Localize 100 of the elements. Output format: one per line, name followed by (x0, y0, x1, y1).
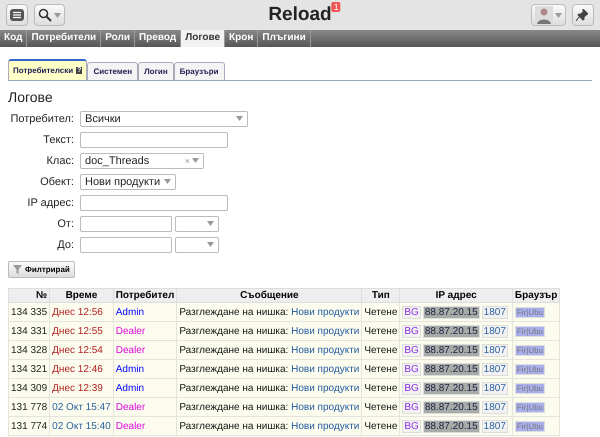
country-tag: BG (402, 400, 421, 414)
ip-tag[interactable]: 88.87.20.15 (422, 400, 480, 414)
time-text: Днес 12:46 (52, 364, 103, 374)
avatar-icon (535, 6, 553, 24)
ip-tag[interactable]: 88.87.20.15 (422, 306, 480, 318)
field-label: Текст: (42, 134, 74, 146)
caret-icon (164, 178, 171, 184)
nav-tab[interactable]: Логове (181, 30, 226, 47)
field-label: Потребител: (9, 113, 74, 125)
country-tag: BG (402, 362, 421, 376)
browser-tag: Fir|Ubu (514, 326, 546, 336)
port-tag: 1807 (482, 344, 508, 356)
browser-tag: Fir|Ubu (514, 420, 546, 432)
browser-tag: Fir|Ubu (514, 382, 546, 394)
column-header: Браузър (512, 288, 560, 302)
message-text: Разглеждане на нишка: Нови продукти (179, 420, 360, 432)
country-tag: BG (402, 306, 421, 318)
thread-link[interactable]: Нови продукти (291, 326, 360, 336)
message-text: Разглеждане на нишка: Нови продукти (179, 306, 360, 318)
thread-link[interactable]: Нови продукти (291, 402, 360, 412)
menu-icon (10, 9, 24, 21)
thread-link[interactable]: Нови продукти (291, 420, 360, 432)
row-number: 134 331 (11, 326, 48, 336)
type-text: Четене (364, 382, 398, 394)
ip-tag[interactable]: 88.87.20.15 (422, 362, 480, 376)
type-text: Четене (364, 364, 398, 374)
time-text: Днес 12:39 (52, 382, 103, 394)
message-text: Разглеждане на нишка: Нови продукти (179, 402, 360, 412)
country-tag: BG (402, 382, 421, 394)
message-text: Разглеждане на нишка: Нови продукти (179, 344, 360, 356)
input-field[interactable] (80, 132, 228, 148)
ip-tag[interactable]: 88.87.20.15 (422, 344, 480, 356)
nav-tab[interactable]: Код (0, 30, 28, 47)
thread-link[interactable]: Нови продукти (291, 364, 360, 374)
tab[interactable]: Браузъри (174, 62, 224, 80)
input-field[interactable] (80, 195, 228, 211)
caret-icon (207, 220, 214, 226)
menu-button[interactable] (6, 4, 28, 26)
row-number: 134 335 (11, 306, 48, 318)
message-text: Разглеждане на нишка: Нови продукти (179, 382, 360, 394)
row-number: 131 778 (11, 402, 48, 412)
browser-tag: Fir|Ubu (514, 364, 546, 374)
column-header: Време (50, 288, 114, 302)
type-text: Четене (364, 326, 398, 336)
column-header: Тип (362, 288, 400, 302)
port-tag: 1807 (482, 420, 508, 432)
column-header: № (8, 288, 50, 302)
message-text: Разглеждане на нишка: Нови продукти (179, 326, 360, 336)
country-tag: BG (402, 324, 421, 338)
search-icon (38, 8, 52, 22)
ip-tag[interactable]: 88.87.20.15 (422, 420, 480, 432)
field-label: IP адрес: (26, 197, 74, 209)
type-text: Четене (364, 402, 398, 412)
select-field[interactable]: Всички (80, 111, 248, 127)
time-text: Днес 12:54 (52, 344, 103, 356)
ip-tag[interactable]: 88.87.20.15 (422, 382, 480, 394)
date-field[interactable] (80, 216, 172, 232)
filter-button[interactable]: Филтрирай (8, 261, 75, 278)
pin-icon (576, 9, 588, 21)
profile-button[interactable] (531, 4, 566, 26)
search-button[interactable] (34, 4, 65, 26)
pin-button[interactable] (572, 4, 594, 26)
tab[interactable]: Системен (87, 62, 138, 80)
browser-tag: Fir|Ubu (514, 306, 546, 318)
time-select[interactable] (175, 237, 219, 253)
notification-badge: 1 (332, 2, 341, 12)
port-tag: 1807 (482, 324, 508, 338)
nav-tab[interactable]: Крон (225, 30, 258, 47)
row-number: 131 774 (11, 420, 48, 432)
date-field[interactable] (80, 237, 172, 253)
field-label: Клас: (46, 155, 74, 167)
row-number: 134 309 (11, 382, 48, 394)
country-tag: BG (402, 344, 421, 356)
port-tag: 1807 (482, 382, 508, 394)
tab[interactable]: Логин (138, 62, 174, 80)
select-field[interactable]: Нови продукти (80, 174, 176, 190)
time-text: Днес 12:55 (52, 326, 103, 336)
nav-tab[interactable]: Потребители (27, 30, 102, 47)
thread-link[interactable]: Нови продукти (291, 344, 360, 356)
field-label: От: (56, 218, 74, 230)
thread-link[interactable]: Нови продукти (291, 382, 360, 394)
column-header: IP адрес (400, 288, 512, 302)
caret-icon (236, 116, 243, 120)
time-text: Днес 12:56 (52, 306, 103, 318)
column-header: Потребител (113, 288, 177, 302)
select-field[interactable]: doc_Threads × (80, 153, 204, 169)
nav-tab[interactable]: Роли (101, 30, 135, 47)
page-title: Логове (8, 89, 54, 105)
row-number: 134 321 (11, 364, 48, 374)
field-label: До: (56, 239, 74, 251)
caret-icon (555, 12, 562, 18)
ip-tag[interactable]: 88.87.20.15 (422, 324, 480, 338)
browser-tag: Fir|Ubu (514, 344, 546, 356)
type-text: Четене (364, 420, 398, 432)
column-header: Съобщение (176, 288, 362, 302)
time-select[interactable] (175, 216, 219, 232)
nav-tab[interactable]: Плъгини (258, 30, 311, 47)
port-tag: 1807 (482, 362, 508, 376)
thread-link[interactable]: Нови продукти (291, 306, 360, 318)
type-text: Четене (364, 344, 398, 356)
